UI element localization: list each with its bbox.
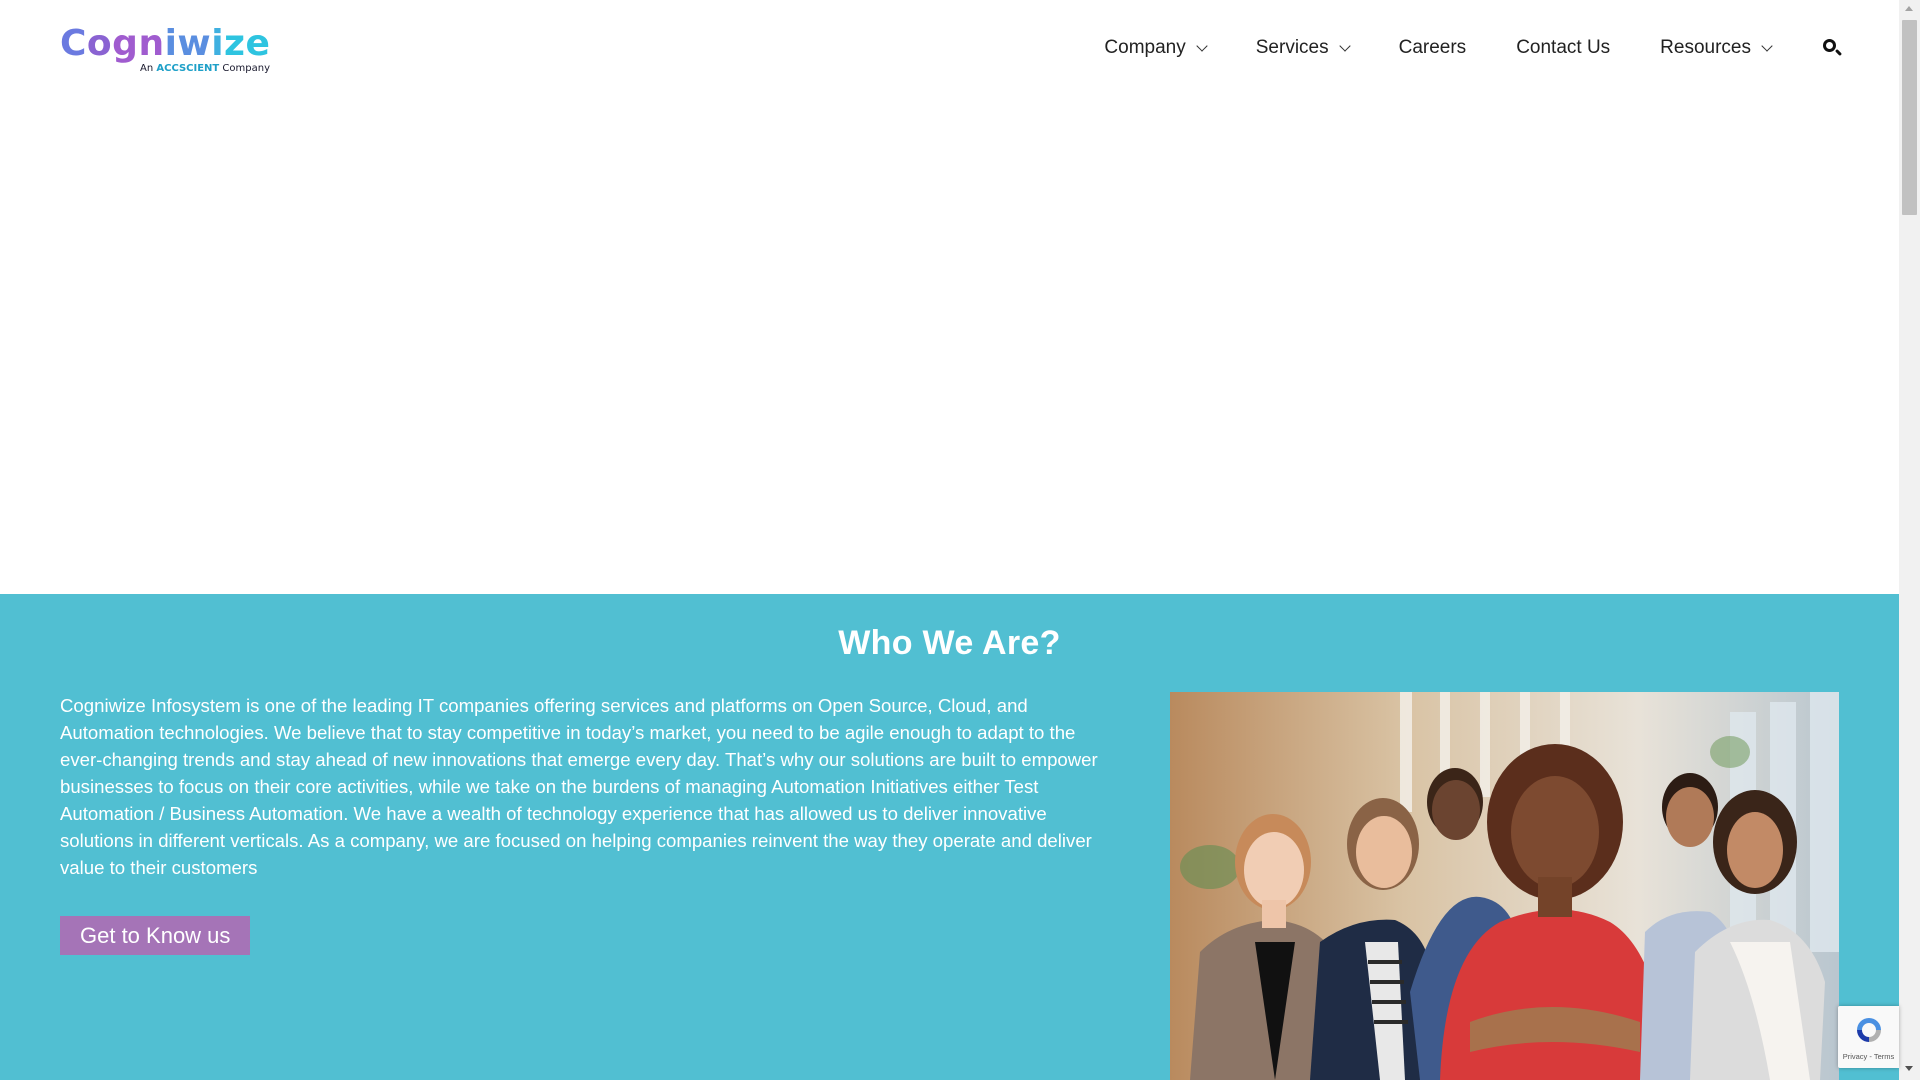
cogniwize-logo[interactable]: Cogniwize An ACCSCIENT Company	[60, 24, 270, 80]
nav-item-label: Careers	[1398, 37, 1467, 58]
main-nav: Company Services Careers Contact Us Reso…	[1104, 30, 1843, 66]
search-icon[interactable]	[1821, 37, 1843, 59]
get-to-know-us-button[interactable]: Get to Know us	[60, 916, 251, 955]
recaptcha-icon	[1857, 1018, 1881, 1042]
hero-area	[0, 100, 1899, 594]
site-header: Cogniwize An ACCSCIENT Company Company S…	[0, 0, 1899, 100]
nav-item-company[interactable]: Company	[1104, 37, 1208, 59]
recaptcha-terms[interactable]: Privacy - Terms	[1838, 1052, 1899, 1061]
logo-wordmark: Cogniwize	[60, 23, 271, 64]
section-title: Who We Are?	[838, 624, 1061, 662]
chevron-down-icon	[1338, 39, 1351, 52]
page: Cogniwize An ACCSCIENT Company Company S…	[0, 0, 1899, 1080]
nav-item-contact-us[interactable]: Contact Us	[1516, 37, 1610, 59]
search-icon-handle	[1834, 48, 1843, 57]
nav-item-label: Contact Us	[1516, 37, 1611, 58]
about-paragraph: Cogniwize Infosystem is one of the leadi…	[60, 695, 1098, 878]
nav-item-label: Services	[1255, 37, 1329, 58]
chevron-down-icon	[1196, 39, 1208, 52]
nav-item-services[interactable]: Services	[1255, 37, 1351, 59]
team-photo-illustration	[1170, 692, 1839, 1080]
logo-tagline: An ACCSCIENT Company	[140, 63, 271, 74]
recaptcha-badge[interactable]: Privacy - Terms	[1838, 1006, 1899, 1068]
nav-item-label: Company	[1104, 37, 1186, 58]
scroll-thumb[interactable]	[1902, 20, 1917, 215]
nav-item-careers[interactable]: Careers	[1399, 37, 1467, 59]
nav-item-label: Resources	[1660, 37, 1751, 58]
scroll-up-arrow-icon[interactable]	[1905, 6, 1913, 11]
chevron-down-icon	[1761, 39, 1773, 52]
search-icon-ring	[1823, 39, 1836, 52]
page-scrollbar[interactable]	[1899, 0, 1920, 1080]
nav-item-resources[interactable]: Resources	[1660, 37, 1773, 59]
who-we-are-section: Who We Are? Cogniwize Infosystem is one …	[0, 594, 1899, 1080]
team-photo	[1170, 692, 1839, 1080]
scroll-down-arrow-icon[interactable]	[1905, 1066, 1913, 1071]
